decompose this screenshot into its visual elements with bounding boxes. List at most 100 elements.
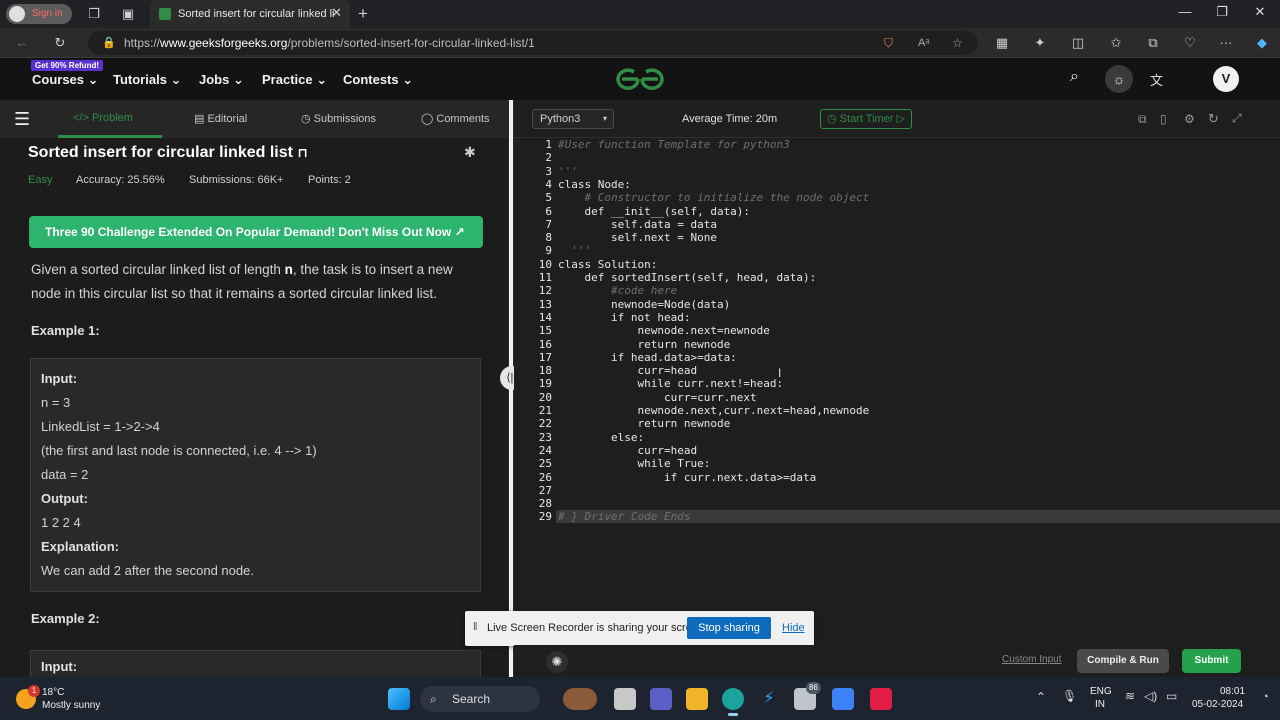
close-window-icon[interactable]: ✕ bbox=[1245, 4, 1275, 20]
maximize-icon[interactable]: ❐ bbox=[1207, 4, 1237, 20]
submit-button[interactable]: Submit bbox=[1182, 649, 1241, 673]
drag-handle-icon[interactable]: ‖ bbox=[473, 621, 478, 633]
edge-browser-icon[interactable] bbox=[722, 688, 744, 710]
puzzle-icon[interactable]: ✦ bbox=[1030, 33, 1050, 53]
nav-contests[interactable]: Contests ⌄ bbox=[343, 72, 413, 88]
wifi-icon[interactable]: ≋ bbox=[1125, 689, 1135, 703]
microphone-icon[interactable]: 🎙 bbox=[1062, 689, 1077, 703]
tab-actions-icon[interactable]: ▣ bbox=[118, 4, 138, 24]
workspaces-icon[interactable]: ❐ bbox=[84, 4, 104, 24]
code-line[interactable]: curr=head bbox=[558, 364, 697, 377]
gfg-logo-icon[interactable] bbox=[612, 64, 668, 94]
translate-icon[interactable]: 文 bbox=[1150, 70, 1163, 89]
file-explorer-icon[interactable] bbox=[686, 688, 708, 710]
report-bug-icon[interactable]: ✱ bbox=[464, 144, 476, 161]
code-line[interactable]: if curr.next.data>=data bbox=[558, 471, 816, 484]
start-windows-icon[interactable] bbox=[388, 688, 410, 710]
recorder-app-icon[interactable] bbox=[870, 688, 892, 710]
tab-editorial[interactable]: ▤ Editorial bbox=[194, 112, 247, 125]
code-line[interactable]: if not head: bbox=[558, 311, 690, 324]
lang-primary[interactable]: ENG bbox=[1090, 686, 1112, 697]
search-icon[interactable]: ⌕ bbox=[1070, 68, 1079, 86]
tab-problem[interactable]: </> Problem bbox=[73, 112, 133, 124]
code-line[interactable]: if head.data>=data: bbox=[558, 351, 737, 364]
code-line[interactable]: while curr.next!=head: bbox=[558, 377, 783, 390]
store-icon[interactable] bbox=[832, 688, 854, 710]
collections-icon[interactable]: ⧉ bbox=[1143, 33, 1163, 53]
code-line[interactable]: return newnode bbox=[558, 338, 730, 351]
compile-run-button[interactable]: Compile & Run bbox=[1077, 649, 1169, 673]
nav-courses[interactable]: Courses ⌄ bbox=[32, 72, 99, 88]
notification-bell-icon[interactable]: ◔ bbox=[1262, 691, 1269, 703]
reset-icon[interactable]: ↻ bbox=[1208, 111, 1219, 127]
file-icon[interactable]: ▯ bbox=[1160, 112, 1167, 126]
refresh-icon[interactable]: ↻ bbox=[50, 33, 70, 53]
fullscreen-icon[interactable]: ⤢ bbox=[1232, 111, 1242, 126]
task-view-icon[interactable] bbox=[614, 688, 636, 710]
code-line[interactable]: # } Driver Code Ends bbox=[558, 510, 690, 523]
volume-icon[interactable]: ◁) bbox=[1144, 689, 1157, 703]
code-line[interactable]: newnode.next,curr.next=head,newnode bbox=[558, 404, 869, 417]
bookmark-icon[interactable]: ⊓ bbox=[297, 145, 307, 160]
tab-comments[interactable]: ◯ Comments bbox=[421, 112, 490, 125]
code-line[interactable]: ''' bbox=[558, 165, 578, 178]
settings-gear-icon[interactable]: ⚙ bbox=[1184, 112, 1195, 126]
code-line[interactable]: class Solution: bbox=[558, 258, 657, 271]
line-number: 29 bbox=[538, 510, 552, 524]
code-line[interactable]: curr=head bbox=[558, 444, 697, 457]
nav-practice[interactable]: Practice ⌄ bbox=[262, 72, 327, 88]
favorite-star-icon[interactable]: ☆ bbox=[952, 31, 963, 55]
tracking-icon[interactable]: ⛉ bbox=[884, 31, 893, 55]
challenge-banner[interactable]: Three 90 Challenge Extended On Popular D… bbox=[29, 216, 483, 248]
widgets-food-icon[interactable] bbox=[563, 688, 597, 710]
code-line[interactable]: ''' bbox=[558, 244, 591, 257]
theme-toggle-icon[interactable]: ☼ bbox=[1105, 65, 1133, 93]
split-screen-icon[interactable]: ◫ bbox=[1068, 33, 1088, 53]
copy-icon[interactable]: ⧉ bbox=[1138, 112, 1147, 127]
nav-tutorials[interactable]: Tutorials ⌄ bbox=[113, 72, 181, 88]
tab-active[interactable]: Sorted insert for circular linked li ✕ bbox=[150, 0, 350, 28]
code-line[interactable]: newnode=Node(data) bbox=[558, 298, 730, 311]
code-line[interactable]: while True: bbox=[558, 457, 710, 470]
hide-link[interactable]: Hide bbox=[782, 622, 805, 634]
tray-chevron-icon[interactable]: ⌃ bbox=[1036, 690, 1046, 704]
browser-essentials-icon[interactable]: ♡ bbox=[1180, 33, 1200, 53]
code-line[interactable]: return newnode bbox=[558, 417, 730, 430]
user-avatar[interactable]: V bbox=[1213, 66, 1239, 92]
copilot-icon[interactable]: ◆ bbox=[1252, 33, 1272, 53]
teams-chat-icon[interactable] bbox=[650, 688, 672, 710]
code-line[interactable]: # Constructor to initialize the node obj… bbox=[558, 191, 869, 204]
power-automate-icon[interactable]: ⚡ bbox=[758, 688, 780, 710]
nav-jobs[interactable]: Jobs ⌄ bbox=[199, 72, 244, 88]
code-line[interactable]: def __init__(self, data): bbox=[558, 205, 750, 218]
address-bar[interactable]: 🔒 https://www.geeksforgeeks.org/problems… bbox=[88, 31, 978, 55]
code-line[interactable]: self.next = None bbox=[558, 231, 717, 244]
code-line[interactable]: else: bbox=[558, 431, 644, 444]
stop-sharing-button[interactable]: Stop sharing bbox=[687, 617, 771, 639]
hamburger-menu-icon[interactable]: ☰ bbox=[14, 109, 30, 130]
battery-icon[interactable]: ▭ bbox=[1166, 689, 1177, 703]
code-line[interactable]: curr=curr.next bbox=[558, 391, 757, 404]
tab-submissions[interactable]: ◷ Submissions bbox=[301, 112, 376, 125]
code-line[interactable]: #code here bbox=[558, 284, 677, 297]
favorites-icon[interactable]: ✩ bbox=[1106, 33, 1126, 53]
custom-input-link[interactable]: Custom Input bbox=[1002, 654, 1061, 665]
code-line[interactable]: self.data = data bbox=[558, 218, 717, 231]
close-tab-icon[interactable]: ✕ bbox=[331, 5, 342, 21]
taskbar-search[interactable]: ⌕ Search bbox=[420, 686, 540, 712]
code-line[interactable]: newnode.next=newnode bbox=[558, 324, 769, 337]
code-line[interactable]: class Node: bbox=[558, 178, 631, 191]
code-line[interactable]: #User function Template for python3 bbox=[558, 138, 790, 151]
more-menu-icon[interactable]: ··· bbox=[1216, 33, 1236, 53]
code-line[interactable]: def sortedInsert(self, head, data): bbox=[558, 271, 816, 284]
back-icon[interactable]: ← bbox=[12, 33, 32, 53]
extension-icon[interactable]: ▦ bbox=[992, 33, 1012, 53]
language-select[interactable]: Python3 ▾ bbox=[532, 109, 614, 129]
lightbulb-icon[interactable]: ✺ bbox=[546, 651, 568, 673]
minimize-icon[interactable]: — bbox=[1170, 4, 1200, 19]
profile-button[interactable]: Sign in bbox=[6, 4, 72, 24]
new-tab-icon[interactable]: + bbox=[353, 4, 373, 24]
clock-time[interactable]: 08:01 bbox=[1220, 686, 1245, 697]
read-aloud-icon[interactable]: Aᵃ bbox=[918, 31, 929, 55]
start-timer-button[interactable]: ◷ Start Timer ▷ bbox=[820, 109, 912, 129]
